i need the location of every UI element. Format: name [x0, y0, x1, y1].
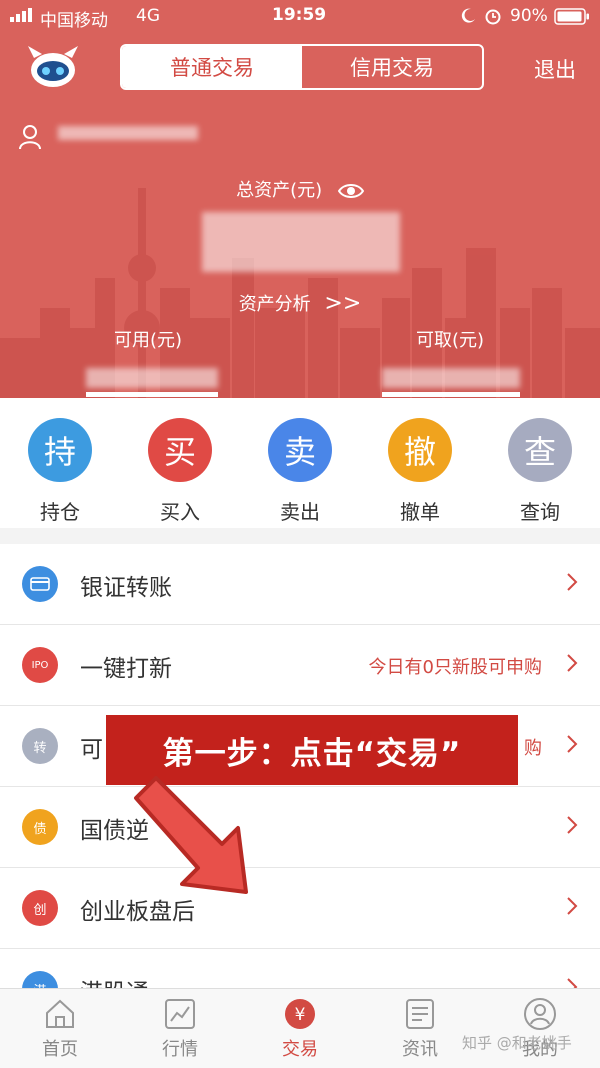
- network-label: 4G: [136, 6, 160, 26]
- moon-icon: [461, 8, 475, 23]
- watermark-text: 知乎 @和老姚手: [462, 1034, 572, 1052]
- bond-icon: 债: [22, 809, 58, 845]
- quick-action-buy[interactable]: 买 买入: [130, 418, 230, 525]
- total-assets-label: 总资产(元): [0, 176, 600, 202]
- sell-icon: 卖: [268, 418, 332, 482]
- chevron-right-icon: [567, 897, 578, 915]
- menu-item-treasury-repo[interactable]: 债 国债逆: [0, 787, 600, 868]
- menu-item-extra: 购: [524, 738, 542, 759]
- card-icon: [22, 566, 58, 602]
- quick-actions: 持 持仓 买 买入 卖 卖出 撤 撤单 查 查询: [0, 398, 600, 528]
- account-number-masked: [58, 126, 198, 140]
- total-assets-value-masked: [202, 212, 400, 272]
- withdrawable-value-masked: [382, 368, 520, 388]
- tab-label: 交易: [282, 1039, 318, 1060]
- battery-icon: [554, 8, 589, 25]
- logout-button[interactable]: 退出: [534, 54, 576, 84]
- function-menu: 银证转账 IPO 一键打新 今日有0只新股可申购 转 可 购 债 国债逆 创 创…: [0, 544, 600, 1030]
- quick-action-label: 撤单: [400, 500, 440, 524]
- news-icon: [406, 999, 434, 1029]
- asset-analysis-link[interactable]: 资产分析 >>: [0, 290, 600, 316]
- home-icon: [46, 999, 74, 1028]
- carrier-label: 中国移动: [40, 11, 108, 31]
- chart-icon: [165, 999, 195, 1029]
- quick-action-label: 买入: [160, 500, 200, 524]
- quick-action-label: 卖出: [280, 500, 320, 524]
- buy-icon: 买: [148, 418, 212, 482]
- trade-icon: ¥: [285, 999, 315, 1029]
- chevron-right-icon: [567, 573, 578, 591]
- menu-item-label: 可: [80, 737, 103, 763]
- tab-trade[interactable]: ¥ 交易: [240, 997, 360, 1061]
- tab-label: 首页: [42, 1039, 78, 1060]
- signal-icon: [10, 6, 32, 22]
- available-label: 可用(元): [114, 330, 183, 351]
- chevron-right-icon: [567, 654, 578, 672]
- quick-action-holdings[interactable]: 持 持仓: [10, 418, 110, 525]
- quick-action-cancel-order[interactable]: 撤 撤单: [370, 418, 470, 525]
- quick-action-sell[interactable]: 卖 卖出: [250, 418, 350, 525]
- tab-market[interactable]: 行情: [120, 997, 240, 1061]
- tab-credit-trade[interactable]: 信用交易: [302, 46, 482, 88]
- convert-icon: 转: [22, 728, 58, 764]
- tab-home[interactable]: 首页: [0, 997, 120, 1061]
- menu-item-bank-transfer[interactable]: 银证转账: [0, 544, 600, 625]
- quick-action-label: 持仓: [40, 500, 80, 524]
- robot-logo-icon[interactable]: [24, 46, 82, 88]
- alarm-icon: [485, 9, 501, 25]
- chinext-icon: 创: [22, 890, 58, 926]
- menu-item-ipo[interactable]: IPO 一键打新 今日有0只新股可申购: [0, 625, 600, 706]
- status-bar: 中国移动 4G 19:59 90%: [0, 0, 600, 34]
- menu-item-chinext-after-hours[interactable]: 创 创业板盘后: [0, 868, 600, 949]
- holdings-icon: 持: [28, 418, 92, 482]
- withdrawable-underline: [382, 392, 520, 397]
- ipo-status-text: 今日有0只新股可申购: [368, 657, 542, 678]
- quick-action-label: 查询: [520, 500, 560, 524]
- available-underline: [86, 392, 218, 397]
- chevron-right-icon: [567, 816, 578, 834]
- double-chevron-icon: >>: [324, 291, 362, 316]
- svg-text:¥: ¥: [295, 1005, 306, 1025]
- quick-action-query[interactable]: 查 查询: [490, 418, 590, 525]
- menu-item-label: 一键打新: [80, 656, 172, 682]
- eye-icon[interactable]: [337, 182, 364, 200]
- battery-percent: 90%: [510, 6, 548, 26]
- query-icon: 查: [508, 418, 572, 482]
- withdrawable-label: 可取(元): [416, 330, 485, 351]
- profile-icon: [524, 998, 556, 1030]
- tutorial-arrow-icon: [134, 776, 248, 894]
- tab-normal-trade[interactable]: 普通交易: [122, 46, 302, 88]
- tab-label: 行情: [162, 1039, 198, 1060]
- ipo-icon: IPO: [22, 647, 58, 683]
- cancel-order-icon: 撤: [388, 418, 452, 482]
- available-value-masked: [86, 368, 218, 388]
- bottom-tab-bar: 首页 行情 ¥ 交易 资讯 我的: [0, 988, 600, 1068]
- trade-type-switch: 普通交易 信用交易: [120, 44, 484, 90]
- menu-item-label: 银证转账: [80, 575, 172, 601]
- clock-label: 19:59: [272, 5, 327, 25]
- chevron-right-icon: [567, 735, 578, 753]
- account-header: 普通交易 信用交易 退出 总资产(元) 资产分析 >> 可用(元) 可取(元): [0, 0, 600, 398]
- user-icon[interactable]: [18, 124, 42, 150]
